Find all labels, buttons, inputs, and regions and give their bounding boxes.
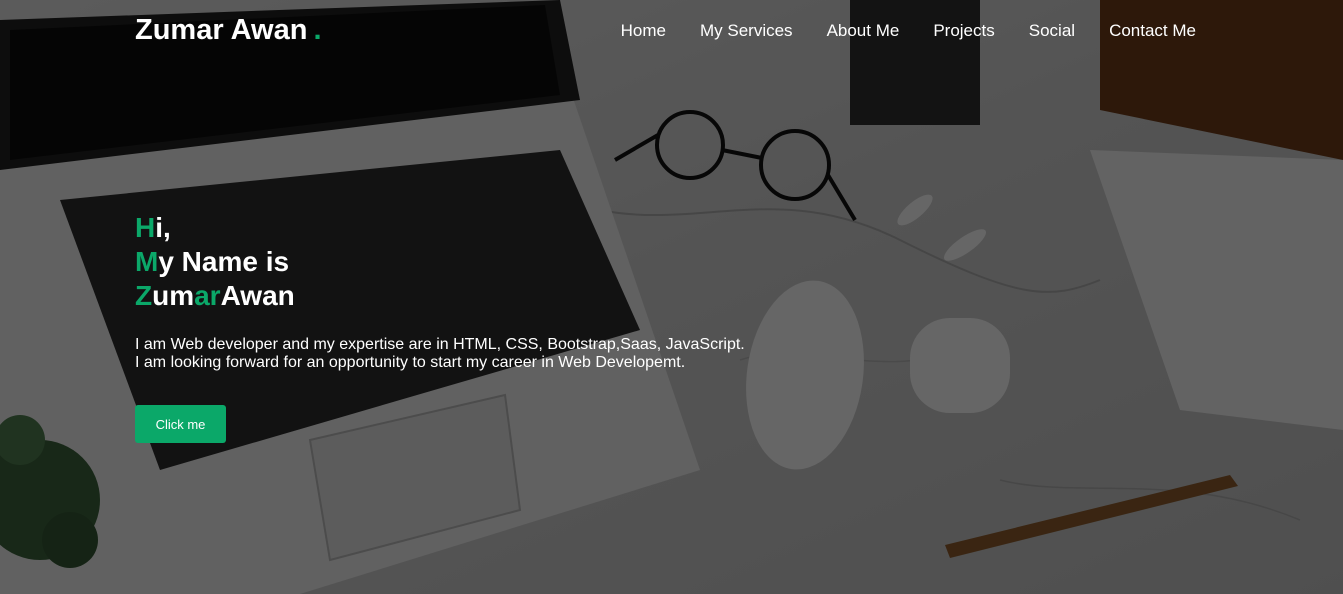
- nav-link-contact-me[interactable]: Contact Me: [1109, 21, 1196, 41]
- navbar: Zumar Awan. Home My Services About Me Pr…: [0, 0, 1343, 64]
- heading-line-greeting: Hi,: [135, 211, 745, 245]
- accent-letters: ar: [194, 280, 221, 311]
- hero-content: Hi, My Name is ZumarAwan I am Web develo…: [135, 211, 745, 372]
- nav-link-my-services[interactable]: My Services: [700, 21, 793, 41]
- hero-section: Zumar Awan. Home My Services About Me Pr…: [0, 0, 1343, 594]
- accent-letter: Z: [135, 280, 153, 311]
- description-line: I am looking forward for an opportunity …: [135, 354, 686, 371]
- hero-description: I am Web developer and my expertise are …: [135, 336, 745, 372]
- brand-name: Zumar Awan: [135, 14, 308, 46]
- nav-menu: Home My Services About Me Projects Socia…: [587, 21, 1196, 41]
- accent-letter: H: [135, 212, 156, 243]
- click-me-button[interactable]: Click me: [135, 405, 226, 443]
- nav-link-about-me[interactable]: About Me: [827, 21, 900, 41]
- heading-text: y Name is: [158, 246, 290, 277]
- hero-heading: Hi, My Name is ZumarAwan: [135, 211, 745, 313]
- heading-text: um: [152, 280, 195, 311]
- heading-text: i,: [155, 212, 171, 243]
- nav-link-projects[interactable]: Projects: [933, 21, 994, 41]
- accent-letter: M: [135, 246, 159, 277]
- nav-link-home[interactable]: Home: [621, 21, 666, 41]
- brand-logo[interactable]: Zumar Awan.: [135, 14, 322, 47]
- nav-link-social[interactable]: Social: [1029, 21, 1075, 41]
- heading-line-name-is: My Name is: [135, 245, 745, 279]
- description-line: I am Web developer and my expertise are …: [135, 336, 745, 353]
- heading-text: Awan: [220, 280, 295, 311]
- heading-line-full-name: ZumarAwan: [135, 279, 745, 313]
- brand-dot: .: [313, 14, 322, 46]
